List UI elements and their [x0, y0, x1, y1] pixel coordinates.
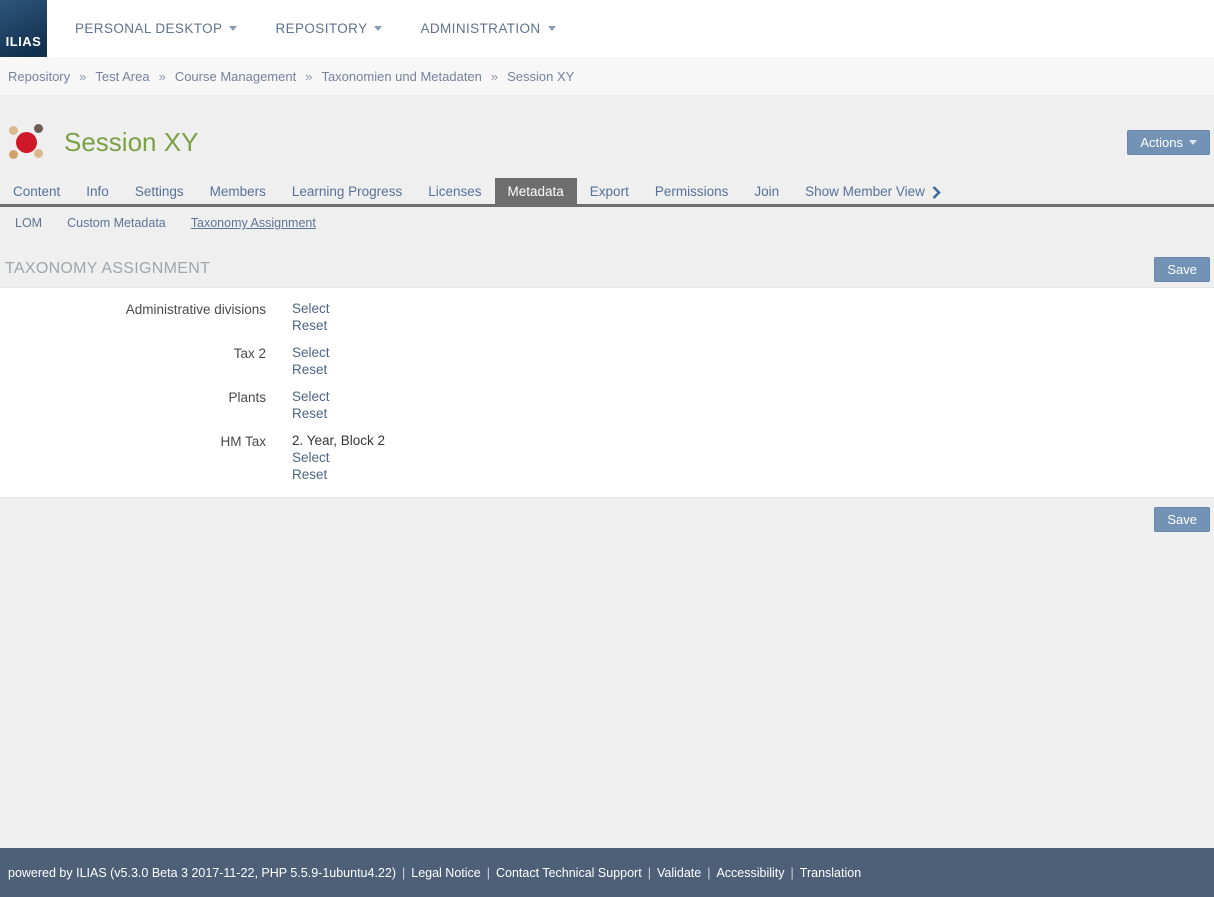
form-row-label: Administrative divisions	[0, 300, 292, 334]
select-link[interactable]: Select	[292, 388, 330, 405]
ilias-logo[interactable]: ILIAS	[0, 0, 47, 57]
form-row-plants: Plants SelectReset	[0, 388, 1214, 422]
top-bar: ILIAS PERSONAL DESKTOP REPOSITORY ADMINI…	[0, 0, 1214, 57]
breadcrumb-taxonomien-und-metadaten[interactable]: Taxonomien und Metadaten	[321, 69, 481, 84]
menu-personal-desktop[interactable]: PERSONAL DESKTOP	[75, 21, 237, 36]
footer-separator: |	[487, 866, 490, 880]
reset-link[interactable]: Reset	[292, 317, 330, 334]
tab-show-member-view-label: Show Member View	[805, 184, 925, 199]
caret-down-icon	[1189, 140, 1197, 145]
breadcrumb-course-management[interactable]: Course Management	[175, 69, 296, 84]
accessibility-link[interactable]: Accessibility	[716, 866, 784, 880]
session-icon	[8, 123, 46, 161]
tab-show-member-view[interactable]: Show Member View	[792, 178, 954, 204]
taxonomy-form-panel: Administrative divisions SelectReset Tax…	[0, 287, 1214, 498]
tab-info[interactable]: Info	[73, 178, 122, 204]
tab-export[interactable]: Export	[577, 178, 642, 204]
select-link[interactable]: Select	[292, 300, 330, 317]
main-content: Session XY Actions Content Info Settings…	[0, 95, 1214, 848]
tab-members[interactable]: Members	[197, 178, 279, 204]
tab-learning-progress[interactable]: Learning Progress	[279, 178, 415, 204]
form-section-header: TAXONOMY ASSIGNMENT Save	[5, 254, 1210, 284]
breadcrumb-separator: »	[79, 69, 86, 84]
footer-separator: |	[707, 866, 710, 880]
form-row-value: 2. Year, Block 2	[292, 432, 385, 449]
breadcrumb-separator: »	[159, 69, 166, 84]
caret-down-icon	[548, 26, 556, 31]
menu-administration[interactable]: ADMINISTRATION	[420, 21, 555, 36]
caret-down-icon	[374, 26, 382, 31]
tab-join[interactable]: Join	[741, 178, 792, 204]
save-button-bottom[interactable]: Save	[1154, 507, 1210, 532]
menu-repository[interactable]: REPOSITORY	[275, 21, 382, 36]
breadcrumb: Repository » Test Area » Course Manageme…	[0, 57, 1214, 95]
subtab-taxonomy-assignment[interactable]: Taxonomy Assignment	[191, 216, 316, 230]
breadcrumb-separator: »	[491, 69, 498, 84]
breadcrumb-repository[interactable]: Repository	[8, 69, 70, 84]
contact-technical-support-link[interactable]: Contact Technical Support	[496, 866, 642, 880]
tab-bar: Content Info Settings Members Learning P…	[0, 178, 1214, 207]
footer-separator: |	[402, 866, 405, 880]
select-link[interactable]: Select	[292, 449, 385, 466]
legal-notice-link[interactable]: Legal Notice	[411, 866, 481, 880]
select-link[interactable]: Select	[292, 344, 330, 361]
reset-link[interactable]: Reset	[292, 466, 385, 483]
tab-settings[interactable]: Settings	[122, 178, 197, 204]
tab-metadata[interactable]: Metadata	[495, 178, 577, 204]
menu-personal-desktop-label: PERSONAL DESKTOP	[75, 21, 222, 36]
form-row-tax-2: Tax 2 SelectReset	[0, 344, 1214, 378]
footer-separator: |	[648, 866, 651, 880]
footer: powered by ILIAS (v5.3.0 Beta 3 2017-11-…	[0, 848, 1214, 897]
form-row-hm-tax: HM Tax 2. Year, Block 2SelectReset	[0, 432, 1214, 483]
actions-button[interactable]: Actions	[1127, 130, 1210, 155]
section-title: TAXONOMY ASSIGNMENT	[5, 260, 210, 278]
subtab-bar: LOM Custom Metadata Taxonomy Assignment	[0, 207, 1214, 240]
subtab-lom[interactable]: LOM	[15, 216, 42, 230]
bottom-save-row: Save	[0, 507, 1210, 532]
breadcrumb-separator: »	[305, 69, 312, 84]
menu-repository-label: REPOSITORY	[275, 21, 367, 36]
breadcrumb-test-area[interactable]: Test Area	[95, 69, 149, 84]
chevron-right-icon	[932, 186, 941, 199]
form-row-label: HM Tax	[0, 432, 292, 483]
breadcrumb-session-xy[interactable]: Session XY	[507, 69, 574, 84]
form-row-administrative-divisions: Administrative divisions SelectReset	[0, 300, 1214, 334]
tab-content[interactable]: Content	[0, 178, 73, 204]
reset-link[interactable]: Reset	[292, 405, 330, 422]
translation-link[interactable]: Translation	[800, 866, 861, 880]
validate-link[interactable]: Validate	[657, 866, 701, 880]
save-button-top[interactable]: Save	[1154, 257, 1210, 282]
page-header: Session XY Actions	[8, 122, 1210, 162]
reset-link[interactable]: Reset	[292, 361, 330, 378]
page-title: Session XY	[64, 127, 198, 158]
menu-administration-label: ADMINISTRATION	[420, 21, 540, 36]
tab-licenses[interactable]: Licenses	[415, 178, 494, 204]
actions-button-label: Actions	[1140, 135, 1183, 150]
footer-separator: |	[791, 866, 794, 880]
form-row-label: Plants	[0, 388, 292, 422]
powered-by-ilias-link[interactable]: powered by ILIAS (v5.3.0 Beta 3 2017-11-…	[8, 866, 396, 880]
top-menu: PERSONAL DESKTOP REPOSITORY ADMINISTRATI…	[47, 0, 556, 57]
caret-down-icon	[229, 26, 237, 31]
form-row-label: Tax 2	[0, 344, 292, 378]
tab-permissions[interactable]: Permissions	[642, 178, 742, 204]
subtab-custom-metadata[interactable]: Custom Metadata	[67, 216, 166, 230]
